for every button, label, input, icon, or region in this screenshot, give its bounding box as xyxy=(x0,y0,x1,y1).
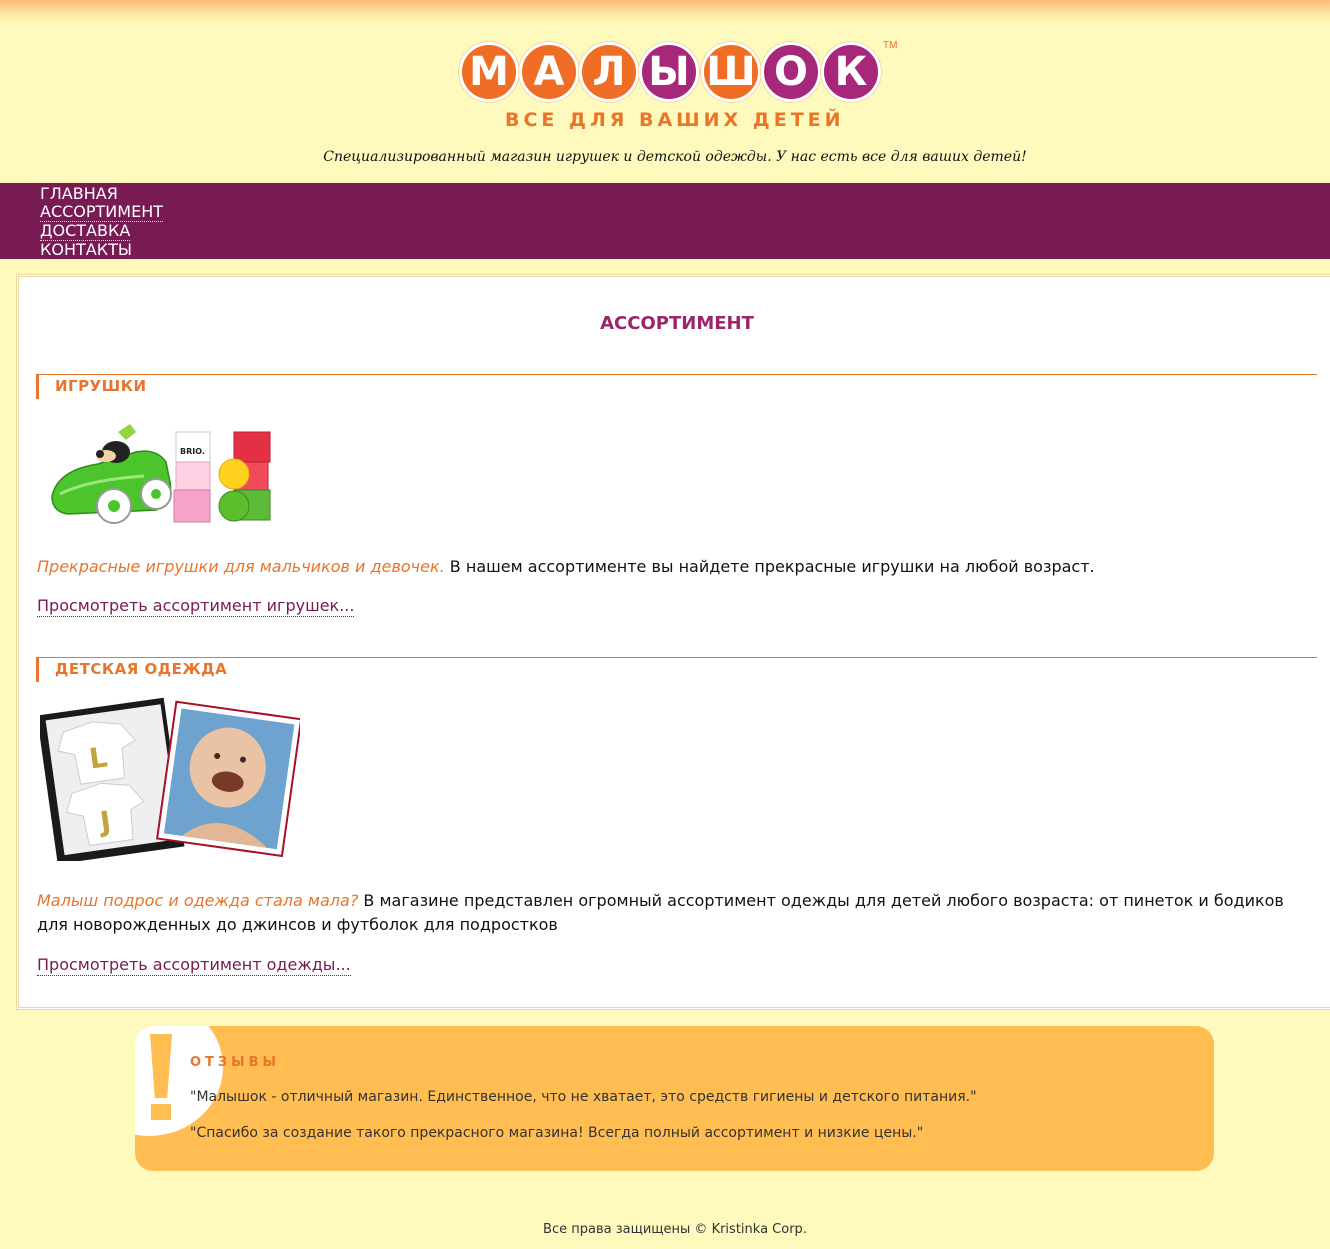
toys-image: BRIO. xyxy=(51,424,271,524)
section-heading-toys: ИГРУШКИ xyxy=(36,374,1317,399)
main-content: АССОРТИМЕНТ ИГРУШКИ Прекрасные игрушки д… xyxy=(16,274,1330,1010)
page-title: АССОРТИМЕНТ xyxy=(600,313,754,334)
exclamation-badge xyxy=(135,1026,223,1136)
toys-lead: Прекрасные игрушки для мальчиков и девоч… xyxy=(37,557,445,576)
nav-item-contacts[interactable]: КОНТАКТЫ xyxy=(40,241,132,260)
logo-letter: А xyxy=(519,42,579,102)
clothes-description: Малыш подрос и одежда стала мала? В мага… xyxy=(37,889,1307,937)
logo-letter: Ы xyxy=(639,42,699,102)
logo-subtitle: ВСЕ ДЛЯ ВАШИХ ДЕТЕЙ xyxy=(505,109,845,131)
toys-more-link[interactable]: Просмотреть ассортимент игрушек... xyxy=(37,596,355,617)
toys-text: В нашем ассортименте вы найдете прекрасн… xyxy=(444,557,1095,576)
reviews-title: ОТЗЫВЫ xyxy=(190,1055,281,1070)
nav-item-assortment[interactable]: АССОРТИМЕНТ xyxy=(40,203,163,222)
exclamation-dot-icon xyxy=(151,1104,171,1120)
logo-letter: Ш xyxy=(701,42,761,102)
section-heading-clothes: ДЕТСКАЯ ОДЕЖДА xyxy=(36,657,1317,682)
logo-letter: О xyxy=(761,42,821,102)
brio-label: BRIO. xyxy=(180,447,205,456)
clothes-image: L J xyxy=(40,697,300,861)
review-item: "Спасибо за создание такого прекрасного … xyxy=(190,1125,924,1141)
trademark-mark: TM xyxy=(883,40,898,51)
site-tagline: Специализированный магазин игрушек и дет… xyxy=(323,149,1027,165)
clothes-more-link[interactable]: Просмотреть ассортимент одежды... xyxy=(37,955,351,976)
reviews-block: ОТЗЫВЫ "Малышок - отличный магазин. Един… xyxy=(135,1026,1214,1171)
nav-item-delivery[interactable]: ДОСТАВКА xyxy=(40,222,131,241)
main-nav: ГЛАВНАЯ АССОРТИМЕНТ ДОСТАВКА КОНТАКТЫ xyxy=(0,183,1330,260)
logo-letter: М xyxy=(459,42,519,102)
nav-item-home[interactable]: ГЛАВНАЯ xyxy=(40,184,118,203)
footer-copyright: Все права защищены © Kristinka Corp. xyxy=(543,1222,807,1237)
toys-description: Прекрасные игрушки для мальчиков и девоч… xyxy=(37,555,1307,579)
logo-letter: К xyxy=(821,42,881,102)
site-logo[interactable]: М А Л Ы Ш О К TM xyxy=(459,38,899,104)
clothes-lead: Малыш подрос и одежда стала мала? xyxy=(37,891,359,910)
logo-letter: Л xyxy=(579,42,639,102)
review-item: "Малышок - отличный магазин. Единственно… xyxy=(190,1089,977,1105)
top-gradient-bar xyxy=(0,0,1330,24)
